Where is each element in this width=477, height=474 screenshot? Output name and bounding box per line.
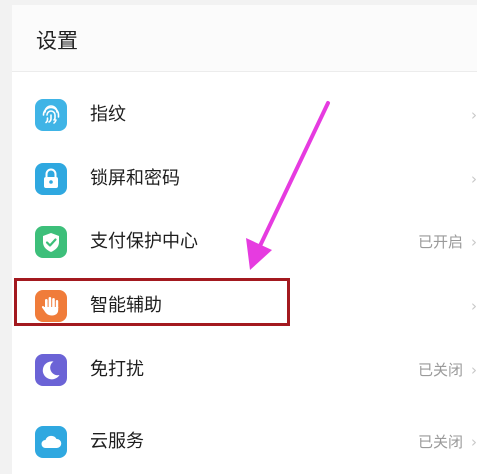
settings-list: 指纹 › 锁屏和密码 › 支付保护中心 已开启 › 智能辅助 › 免打扰 已关闭… <box>12 72 477 474</box>
page-title: 设置 <box>36 29 78 53</box>
chevron-right-icon: › <box>471 170 477 188</box>
chevron-right-icon: › <box>471 433 477 451</box>
settings-item-fingerprint[interactable]: 指纹 › <box>12 83 477 147</box>
status-text: 已关闭 <box>417 433 463 451</box>
settings-item-do-not-disturb[interactable]: 免打扰 已关闭 › <box>12 338 477 402</box>
settings-item-label: 智能辅助 <box>90 295 162 316</box>
settings-item-label: 指纹 <box>90 104 126 125</box>
chevron-right-icon: › <box>471 233 477 251</box>
moon-icon <box>35 354 67 386</box>
hand-icon <box>35 290 67 322</box>
lock-icon <box>35 163 67 195</box>
header: 设置 <box>12 5 477 72</box>
settings-item-label: 锁屏和密码 <box>90 168 180 189</box>
status-text: 已开启 <box>417 233 463 251</box>
settings-item-label: 云服务 <box>90 431 144 452</box>
settings-item-cloud-service[interactable]: 云服务 已关闭 › <box>12 410 477 474</box>
settings-item-label: 支付保护中心 <box>90 231 198 252</box>
settings-item-smart-assist[interactable]: 智能辅助 › <box>12 274 477 338</box>
settings-item-lock-password[interactable]: 锁屏和密码 › <box>12 147 477 211</box>
settings-item-label: 免打扰 <box>90 359 144 380</box>
chevron-right-icon: › <box>471 106 477 124</box>
settings-screen: 设置 指纹 › 锁屏和密码 › 支付保护中心 已开启 › 智能辅助 › 免打扰 … <box>0 0 477 474</box>
fingerprint-icon <box>35 99 67 131</box>
chevron-right-icon: › <box>471 297 477 315</box>
cloud-icon <box>35 426 67 458</box>
status-text: 已关闭 <box>417 361 463 379</box>
chevron-right-icon: › <box>471 361 477 379</box>
shield-check-icon <box>35 226 67 258</box>
settings-item-payment-protection[interactable]: 支付保护中心 已开启 › <box>12 210 477 274</box>
